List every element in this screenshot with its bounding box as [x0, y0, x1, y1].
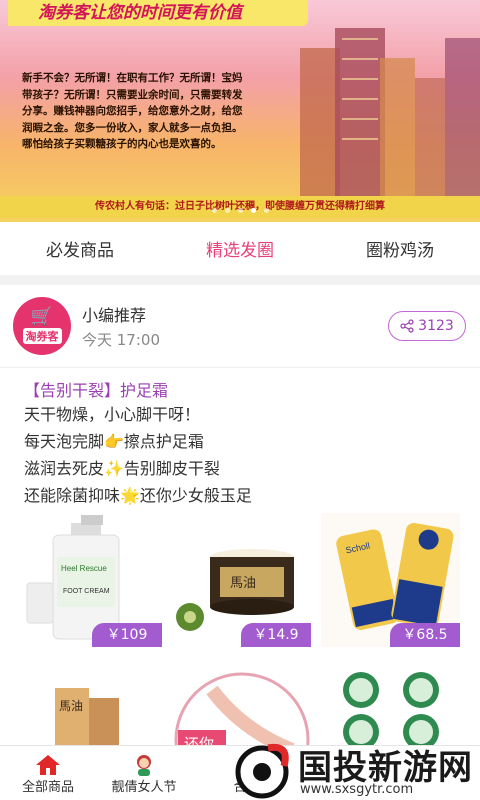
- post-line: 还能除菌抑味🌟还你少女般玉足: [24, 486, 252, 505]
- tab-fan-soup[interactable]: 圈粉鸡汤: [320, 222, 480, 275]
- banner-body: 新手不会？无所谓！在职有工作？无所谓！宝妈 带孩子？无所谓！只需要业余时间，只需…: [22, 70, 284, 153]
- author-name: 小编推荐: [82, 306, 147, 325]
- product-label: Heel Rescue: [61, 564, 107, 573]
- product-sublabel: FOOT CREAM: [63, 588, 110, 595]
- carousel-dot[interactable]: [212, 208, 217, 213]
- product-label: 馬油: [59, 699, 83, 713]
- price-tag: ￥109: [92, 623, 162, 647]
- post-line: 每天泡完脚👉擦点护足霜: [24, 432, 204, 451]
- share-icon: [400, 319, 414, 333]
- share-button[interactable]: 3123: [388, 311, 466, 341]
- promo-banner[interactable]: 淘券客让您的时间更有价值 新手不会？无所谓！在职有工作？无所谓！宝妈 带孩子？无…: [0, 0, 480, 222]
- carousel-dot-active[interactable]: [251, 208, 256, 213]
- nav-all-products[interactable]: 全部商品: [0, 746, 96, 800]
- carousel-dot[interactable]: [264, 208, 269, 213]
- post-time: 今天 17:00: [82, 331, 160, 349]
- carousel-dots: [212, 208, 269, 213]
- banner-line: 分享。赚钱神器向您招手，给您意外之财，给您: [22, 105, 243, 117]
- home-icon: [35, 752, 61, 776]
- watermark: 国投新游网 www.sxsgytr.com: [232, 740, 480, 800]
- product-item[interactable]: Heel Rescue FOOT CREAM ￥109: [23, 513, 162, 647]
- product-item[interactable]: 馬油 ￥14.9: [172, 513, 311, 647]
- watermark-logo-icon: [235, 743, 289, 799]
- price-tag: ￥68.5: [390, 623, 460, 647]
- carousel-dot[interactable]: [225, 208, 230, 213]
- nav-label: 全部商品: [21, 779, 74, 795]
- city-buildings-image: [300, 28, 480, 198]
- product-grid: Heel Rescue FOOT CREAM ￥109 馬油 ￥14.9 Sch…: [23, 513, 460, 647]
- category-tabs: 必发商品 精选发圈 圈粉鸡汤: [0, 222, 480, 275]
- product-item[interactable]: 馬油: [23, 670, 162, 755]
- horse-oil-box-image: 馬油: [55, 688, 119, 755]
- price-tag: ￥14.9: [241, 623, 311, 647]
- tab-must-share[interactable]: 必发商品: [0, 222, 160, 275]
- nav-label: 靓倩女人节: [111, 779, 177, 795]
- avatar-label: 淘券客: [22, 328, 62, 344]
- banner-line: 新手不会？无所谓！在职有工作？无所谓！宝妈: [22, 72, 243, 84]
- share-count: 3123: [418, 318, 454, 334]
- post-line: 天干物燥，小心脚干呀！: [24, 405, 201, 424]
- girl-icon: [133, 752, 155, 776]
- product-item[interactable]: Scholl ￥68.5: [321, 513, 460, 647]
- post-line: 滋润去死皮✨告别脚皮干裂: [24, 459, 220, 478]
- product-label: 馬油: [230, 576, 256, 591]
- nav-womens-day[interactable]: 靓倩女人节: [96, 746, 192, 800]
- banner-line: 哪怕给孩子买颗糖孩子的内心也是欢喜的。: [22, 138, 222, 150]
- cart-icon: 🛒: [30, 306, 54, 327]
- carousel-dot[interactable]: [238, 208, 243, 213]
- watermark-url: www.sxsgytr.com: [300, 782, 414, 797]
- tab-featured-moments[interactable]: 精选发圈: [160, 222, 320, 275]
- avatar[interactable]: 🛒 淘券客: [13, 297, 71, 355]
- banner-footer: 传农村人有句话：过日子比树叶还稠，即使腰缠万贯还得精打细算: [0, 196, 480, 218]
- post-body: 天干物燥，小心脚干呀！ 每天泡完脚👉擦点护足霜 滋润去死皮✨告别脚皮干裂 还能除…: [24, 401, 252, 509]
- divider: [0, 367, 480, 368]
- post-title: 【告别干裂】护足霜: [24, 381, 169, 400]
- post-card: 🛒 淘券客 小编推荐 今天 17:00 3123 【告别干裂】护足霜 天干物燥，…: [0, 285, 480, 755]
- banner-line: 带孩子？无所谓！只需要业余时间，只需要转发: [22, 88, 243, 101]
- banner-line: 润暇之金。您多一份收入，家人就多一点负担。: [22, 121, 243, 134]
- banner-title: 淘券客让您的时间更有价值: [8, 0, 308, 26]
